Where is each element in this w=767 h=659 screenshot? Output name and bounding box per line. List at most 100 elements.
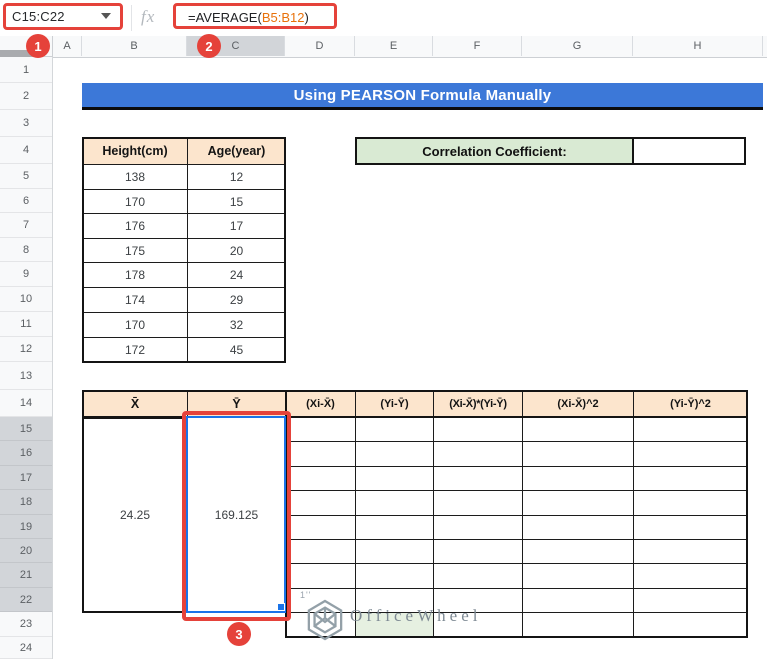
data-cell[interactable]: 176 bbox=[82, 213, 188, 239]
calc-cell[interactable] bbox=[522, 441, 634, 467]
calc-cell[interactable] bbox=[355, 539, 434, 564]
data-cell[interactable]: 12 bbox=[187, 164, 286, 190]
row-header-18[interactable]: 18 bbox=[0, 490, 52, 515]
chevron-down-icon[interactable] bbox=[101, 13, 111, 19]
column-header-H[interactable]: H bbox=[633, 36, 763, 56]
calc-header[interactable]: (Xi-X̄)*(Yi-Ȳ) bbox=[433, 390, 523, 418]
data-cell[interactable]: 20 bbox=[187, 238, 286, 263]
correlation-value-cell[interactable] bbox=[632, 137, 746, 165]
calc-cell[interactable] bbox=[355, 441, 434, 467]
data-cell[interactable]: 45 bbox=[187, 337, 286, 363]
data-cell[interactable]: 15 bbox=[187, 189, 286, 214]
row-header-12[interactable]: 12 bbox=[0, 337, 52, 362]
row-header-7[interactable]: 7 bbox=[0, 213, 52, 238]
row-header-20[interactable]: 20 bbox=[0, 539, 52, 563]
row-header-4[interactable]: 4 bbox=[0, 137, 52, 164]
row-header-15[interactable]: 15 bbox=[0, 417, 52, 441]
row-header-3[interactable]: 3 bbox=[0, 110, 52, 137]
row-header-21[interactable]: 21 bbox=[0, 563, 52, 588]
calc-cell[interactable] bbox=[355, 466, 434, 491]
calc-cell[interactable] bbox=[522, 588, 634, 613]
row-header-9[interactable]: 9 bbox=[0, 262, 52, 287]
calc-cell[interactable] bbox=[433, 539, 523, 564]
calc-cell[interactable] bbox=[633, 466, 748, 491]
data-cell[interactable]: 170 bbox=[82, 312, 188, 338]
data-cell[interactable]: 172 bbox=[82, 337, 188, 363]
data-cell[interactable]: 17 bbox=[187, 213, 286, 239]
calc-cell[interactable] bbox=[285, 539, 356, 564]
calc-cell[interactable] bbox=[633, 563, 748, 589]
row-header-10[interactable]: 10 bbox=[0, 287, 52, 312]
row-header-2[interactable]: 2 bbox=[0, 83, 52, 110]
calc-cell[interactable] bbox=[522, 466, 634, 491]
calc-cell[interactable] bbox=[633, 515, 748, 540]
column-header-A[interactable]: A bbox=[53, 36, 82, 56]
row-header-16[interactable]: 16 bbox=[0, 441, 52, 466]
row-header-13[interactable]: 13 bbox=[0, 362, 52, 390]
calc-cell[interactable] bbox=[633, 490, 748, 516]
formula-input[interactable]: =AVERAGE(B5:B12) bbox=[188, 10, 309, 25]
row-header-11[interactable]: 11 bbox=[0, 312, 52, 337]
row-header-5[interactable]: 5 bbox=[0, 164, 52, 189]
calc-cell[interactable] bbox=[633, 441, 748, 467]
calc-cell[interactable] bbox=[633, 612, 748, 638]
calc-cell[interactable] bbox=[285, 417, 356, 442]
calc-cell[interactable] bbox=[433, 441, 523, 467]
calc-header[interactable]: (Xi-X̄)^2 bbox=[522, 390, 634, 418]
calc-cell[interactable] bbox=[522, 490, 634, 516]
calc-header[interactable]: X̄ bbox=[82, 390, 188, 418]
calc-cell[interactable] bbox=[522, 539, 634, 564]
name-box[interactable]: C15:C22 bbox=[0, 0, 132, 35]
calc-cell[interactable] bbox=[355, 490, 434, 516]
column-header-D[interactable]: D bbox=[285, 36, 355, 56]
row-header-19[interactable]: 19 bbox=[0, 515, 52, 539]
calc-cell[interactable] bbox=[433, 515, 523, 540]
calc-cell[interactable] bbox=[522, 417, 634, 442]
row-header-1[interactable]: 1 bbox=[0, 57, 52, 83]
column-header-F[interactable]: F bbox=[433, 36, 522, 56]
data-cell[interactable]: 32 bbox=[187, 312, 286, 338]
row-header-23[interactable]: 23 bbox=[0, 612, 52, 637]
calc-cell[interactable] bbox=[433, 417, 523, 442]
height-age-header[interactable]: Height(cm) bbox=[82, 137, 188, 165]
calc-header[interactable]: Ȳ bbox=[187, 390, 286, 418]
calc-cell[interactable] bbox=[355, 563, 434, 589]
calc-cell[interactable] bbox=[522, 563, 634, 589]
calc-cell[interactable] bbox=[433, 466, 523, 491]
calc-cell[interactable] bbox=[433, 563, 523, 589]
data-cell[interactable]: 175 bbox=[82, 238, 188, 263]
height-age-header[interactable]: Age(year) bbox=[187, 137, 286, 165]
calc-header[interactable]: (Yi-Ȳ) bbox=[355, 390, 434, 418]
cell-y-mean[interactable]: 169.125 bbox=[187, 417, 286, 612]
data-cell[interactable]: 29 bbox=[187, 287, 286, 313]
calc-cell[interactable] bbox=[433, 490, 523, 516]
row-header-24[interactable]: 24 bbox=[0, 637, 52, 659]
calc-cell[interactable] bbox=[522, 515, 634, 540]
column-header-B[interactable]: B bbox=[82, 36, 187, 56]
calc-cell[interactable] bbox=[285, 515, 356, 540]
calc-cell[interactable] bbox=[522, 612, 634, 638]
cell-x-mean[interactable]: 24.25 bbox=[82, 417, 188, 613]
calc-cell[interactable] bbox=[355, 417, 434, 442]
calc-cell[interactable] bbox=[633, 588, 748, 613]
title-banner-cell[interactable]: Using PEARSON Formula Manually bbox=[82, 83, 763, 110]
calc-cell[interactable] bbox=[285, 466, 356, 491]
row-header-6[interactable]: 6 bbox=[0, 189, 52, 213]
data-cell[interactable]: 170 bbox=[82, 189, 188, 214]
calc-cell[interactable] bbox=[285, 563, 356, 589]
calc-cell[interactable] bbox=[285, 441, 356, 467]
data-cell[interactable]: 24 bbox=[187, 262, 286, 288]
data-cell[interactable]: 174 bbox=[82, 287, 188, 313]
data-cell[interactable]: 178 bbox=[82, 262, 188, 288]
row-header-22[interactable]: 22 bbox=[0, 588, 52, 612]
column-header-G[interactable]: G bbox=[522, 36, 633, 56]
row-header-14[interactable]: 14 bbox=[0, 390, 52, 417]
row-header-17[interactable]: 17 bbox=[0, 466, 52, 490]
data-cell[interactable]: 138 bbox=[82, 164, 188, 190]
calc-header[interactable]: (Xi-X̄) bbox=[285, 390, 356, 418]
calc-cell[interactable] bbox=[285, 490, 356, 516]
name-box-value[interactable]: C15:C22 bbox=[12, 9, 65, 24]
calc-header[interactable]: (Yi-Ȳ)^2 bbox=[633, 390, 748, 418]
calc-cell[interactable] bbox=[633, 539, 748, 564]
column-header-E[interactable]: E bbox=[355, 36, 433, 56]
